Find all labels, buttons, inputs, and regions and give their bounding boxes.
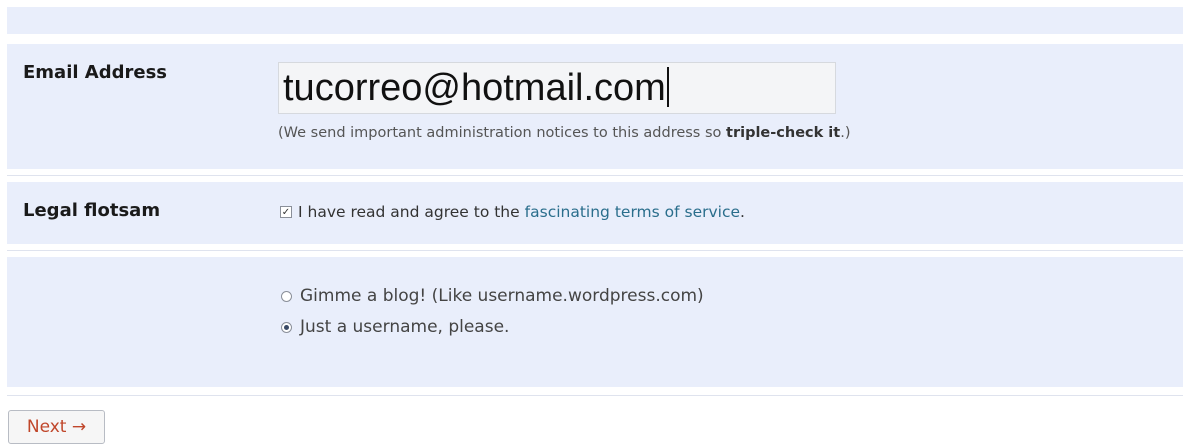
- terms-checkbox[interactable]: ✓: [280, 206, 292, 218]
- terms-of-service-link[interactable]: fascinating terms of service: [525, 203, 740, 221]
- username-only-radio[interactable]: [281, 321, 292, 333]
- text-caret: [666, 66, 669, 107]
- email-hint-suffix: .): [840, 125, 851, 141]
- signup-form: Email Address tucorreo@hotmail.com (We s…: [0, 0, 1189, 448]
- blog-radio[interactable]: [281, 290, 292, 302]
- legal-label: Legal flotsam: [23, 200, 161, 221]
- username-only-label: Just a username, please.: [300, 317, 510, 337]
- terms-agreement: ✓ I have read and agree to the fascinati…: [280, 203, 745, 221]
- email-input[interactable]: tucorreo@hotmail.com: [278, 62, 836, 114]
- signup-type-row: [7, 257, 1183, 387]
- row-divider: [7, 395, 1183, 396]
- email-hint-emphasis: triple-check it: [726, 125, 841, 141]
- email-hint-prefix: (We send important administration notice…: [278, 125, 727, 141]
- email-input-value: tucorreo@hotmail.com: [283, 67, 666, 109]
- email-hint: (We send important administration notice…: [278, 125, 851, 141]
- terms-agree-text: I have read and agree to the: [298, 203, 520, 221]
- next-button[interactable]: Next →: [8, 410, 105, 444]
- terms-suffix: .: [740, 203, 745, 221]
- form-top-band: [7, 7, 1183, 34]
- email-label: Email Address: [23, 62, 168, 83]
- option-blog[interactable]: Gimme a blog! (Like username.wordpress.c…: [281, 286, 704, 306]
- row-divider: [7, 175, 1183, 176]
- blog-option-label: Gimme a blog! (Like username.wordpress.c…: [300, 286, 704, 306]
- row-divider: [7, 250, 1183, 251]
- option-username-only[interactable]: Just a username, please.: [281, 317, 509, 337]
